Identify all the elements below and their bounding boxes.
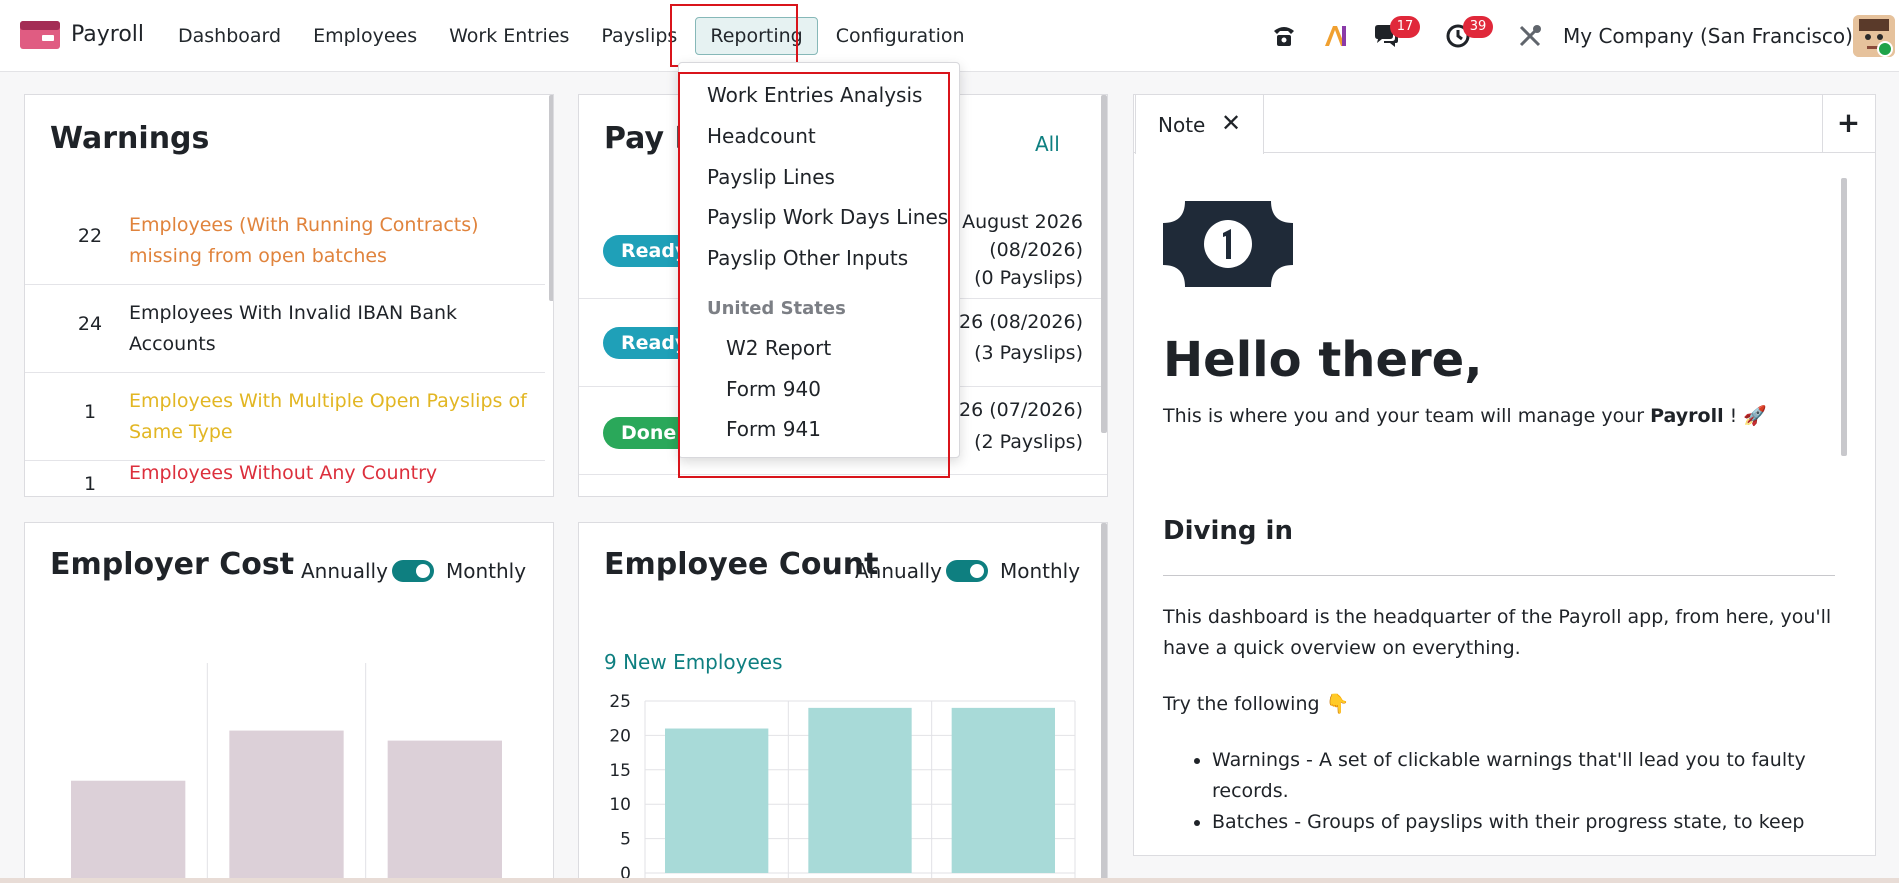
add-note-button[interactable]: +: [1822, 94, 1874, 152]
menu-dashboard[interactable]: Dashboard: [164, 17, 295, 55]
close-icon[interactable]: ✕: [1221, 109, 1241, 137]
menu-section-united-states: United States: [707, 298, 846, 319]
note-tab[interactable]: Note ✕: [1135, 94, 1264, 154]
menu-configuration[interactable]: Configuration: [822, 17, 979, 55]
note-bullet: Warnings - A set of clickable warnings t…: [1212, 745, 1828, 807]
annual-monthly-toggle[interactable]: [946, 560, 988, 582]
bar: [229, 730, 344, 881]
bar: [71, 780, 186, 881]
batch-period: (08/2026): [989, 239, 1083, 261]
activities-badge: 39: [1463, 16, 1493, 38]
menu-reporting[interactable]: Reporting: [695, 17, 818, 55]
bottom-edge: [0, 878, 1899, 883]
note-tab-label: Note: [1158, 113, 1206, 137]
bar: [808, 707, 912, 873]
menu-item-form-941[interactable]: Form 941: [726, 417, 821, 441]
note-try-text: Try the following 👇: [1163, 693, 1350, 715]
employee-count-chart: 0510152025: [609, 692, 1076, 883]
batches-scrollbar[interactable]: [1101, 95, 1107, 433]
intro-text: This is where you and your team will man…: [1163, 405, 1651, 427]
chart-scrollbar[interactable]: [1101, 523, 1107, 883]
note-bullet-list: Warnings - A set of clickable warnings t…: [1188, 745, 1828, 833]
y-tick-label: 5: [620, 830, 631, 850]
note-intro: This is where you and your team will man…: [1163, 401, 1843, 432]
warning-row[interactable]: 22 Employees (With Running Contracts) mi…: [25, 197, 545, 285]
employee-count-title: Employee Count: [604, 547, 879, 582]
y-tick-label: 25: [609, 692, 631, 712]
warning-count: 22: [77, 225, 103, 247]
note-scrollbar[interactable]: [1841, 178, 1847, 456]
warning-count: 1: [83, 473, 97, 495]
menu-item-headcount[interactable]: Headcount: [707, 124, 816, 148]
warning-count: 24: [77, 313, 103, 335]
note-heading: Hello there,: [1163, 332, 1483, 388]
y-tick-label: 15: [609, 761, 631, 781]
new-employees-link[interactable]: 9 New Employees: [604, 650, 783, 674]
ai-icon[interactable]: [1322, 22, 1350, 50]
tools-icon[interactable]: [1516, 22, 1544, 50]
menu-item-w2-report[interactable]: W2 Report: [726, 336, 831, 360]
employer-cost-chart: [49, 663, 524, 883]
monthly-label: Monthly: [446, 559, 527, 583]
warnings-card: Warnings 22 Employees (With Running Cont…: [24, 94, 554, 497]
menu-item-payslip-other-inputs[interactable]: Payslip Other Inputs: [707, 246, 908, 270]
y-tick-label: 10: [609, 795, 631, 815]
batch-payslip-count: (2 Payslips): [974, 431, 1083, 453]
warning-row[interactable]: 1 Employees Without Any Country: [25, 458, 545, 496]
batch-name: 26 (08/2026): [959, 311, 1083, 333]
menu-work-entries[interactable]: Work Entries: [435, 17, 583, 55]
warning-text[interactable]: Employees With Invalid IBAN Bank Account…: [129, 298, 539, 360]
employer-cost-title: Employer Cost: [50, 547, 295, 582]
reporting-dropdown: Work Entries Analysis Headcount Payslip …: [678, 62, 960, 458]
annually-label: Annually: [855, 559, 942, 583]
menu-item-payslip-work-days-lines[interactable]: Payslip Work Days Lines: [707, 205, 948, 229]
batches-all-link[interactable]: All: [1035, 132, 1060, 156]
employee-count-card: Employee Count Annually Monthly 9 New Em…: [578, 522, 1108, 883]
bar: [387, 740, 502, 881]
note-bullet: Batches - Groups of payslips with their …: [1212, 807, 1828, 833]
monthly-label: Monthly: [1000, 559, 1081, 583]
batch-payslip-count: (0 Payslips): [974, 267, 1083, 289]
menu-item-payslip-lines[interactable]: Payslip Lines: [707, 165, 835, 189]
bar: [665, 728, 769, 873]
warning-row[interactable]: 1 Employees With Multiple Open Payslips …: [25, 373, 545, 461]
warning-row[interactable]: 24 Employees With Invalid IBAN Bank Acco…: [25, 285, 545, 373]
menu-item-form-940[interactable]: Form 940: [726, 377, 821, 401]
intro-end: ! 🚀: [1723, 405, 1767, 427]
messages-badge: 17: [1390, 16, 1420, 38]
online-status-dot: [1877, 41, 1893, 57]
menu-item-work-entries-analysis[interactable]: Work Entries Analysis: [707, 83, 922, 107]
company-switcher[interactable]: My Company (San Francisco): [1563, 24, 1853, 48]
warnings-title: Warnings: [50, 121, 210, 156]
batch-name: August 2026: [962, 211, 1083, 233]
payroll-app-icon[interactable]: [20, 21, 60, 49]
warning-count: 1: [83, 401, 97, 423]
warning-text[interactable]: Employees Without Any Country: [129, 458, 539, 489]
warning-text[interactable]: Employees With Multiple Open Payslips of…: [129, 386, 539, 448]
menu-employees[interactable]: Employees: [299, 17, 431, 55]
app-name[interactable]: Payroll: [71, 22, 144, 47]
menu-payslips[interactable]: Payslips: [587, 17, 691, 55]
note-section-title: Diving in: [1163, 516, 1293, 546]
note-divider: [1163, 575, 1835, 576]
warning-text[interactable]: Employees (With Running Contracts) missi…: [129, 210, 539, 272]
note-paragraph: This dashboard is the headquarter of the…: [1163, 606, 1832, 659]
bar: [951, 707, 1055, 873]
intro-bold-payroll: Payroll: [1650, 405, 1724, 427]
employer-cost-card: Employer Cost Annually Monthly: [24, 522, 554, 883]
batch-payslip-count: (3 Payslips): [974, 342, 1083, 364]
annually-label: Annually: [301, 559, 388, 583]
warnings-scrollbar[interactable]: [549, 95, 553, 301]
phone-icon[interactable]: [1270, 22, 1298, 50]
batch-name: 26 (07/2026): [959, 399, 1083, 421]
y-tick-label: 20: [609, 726, 631, 746]
annual-monthly-toggle[interactable]: [392, 560, 434, 582]
money-bill-icon: [1163, 201, 1293, 287]
